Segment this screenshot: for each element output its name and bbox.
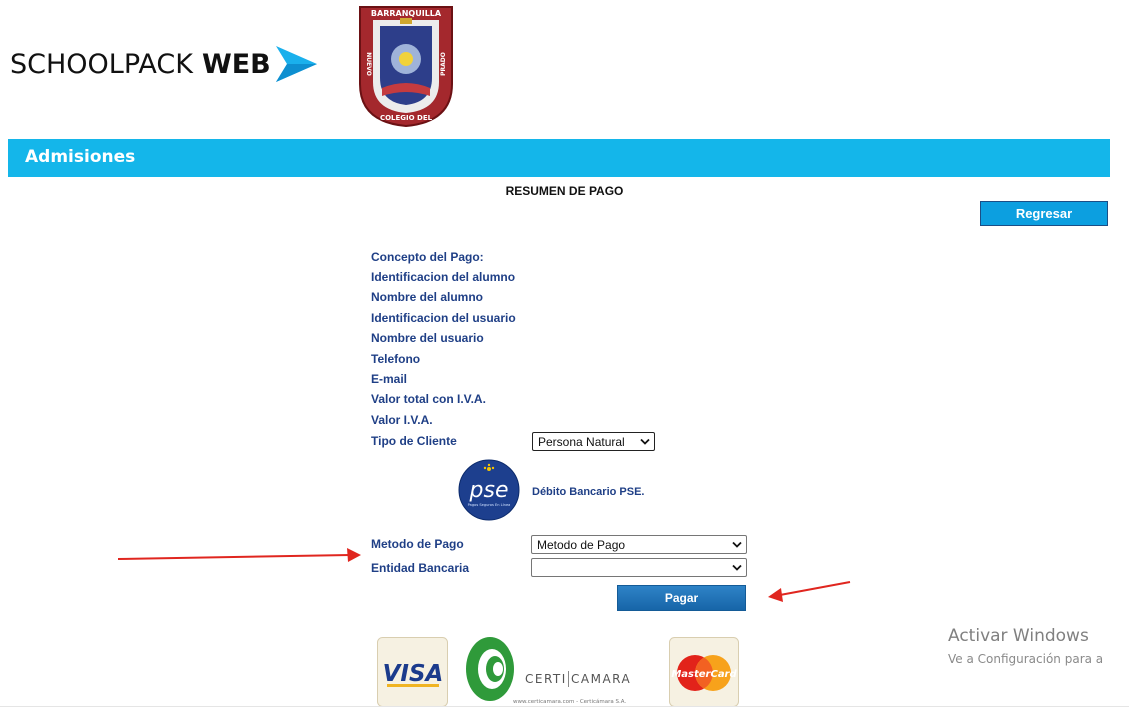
crest-bottom-text: COLEGIO DEL	[380, 114, 433, 122]
mastercard-logo: MasterCard	[669, 637, 739, 707]
certicamara-logo: CERTI CAMARA www.certicamara.com - Certi…	[466, 637, 631, 705]
label-total-with-vat: Valor total con I.V.A.	[371, 392, 486, 406]
visa-text: VISA	[383, 661, 444, 687]
label-payment-method: Metodo de Pago	[371, 537, 464, 551]
label-payment-concept: Concepto del Pago:	[371, 250, 484, 264]
client-type-value: Persona Natural	[538, 434, 625, 449]
certicamara-text-b: CAMARA	[571, 672, 631, 686]
payment-method-select[interactable]: Metodo de Pago	[531, 535, 747, 554]
label-email: E-mail	[371, 372, 408, 386]
certicamara-url: www.certicamara.com - Certicámara S.A.	[513, 698, 626, 705]
back-button[interactable]: Regresar	[980, 201, 1108, 226]
certicamara-text-a: CERTI	[525, 672, 567, 686]
brand-arrow-icon	[275, 46, 317, 82]
windows-activation-watermark: Activar Windows Ve a Configuración para …	[948, 626, 1103, 666]
label-user-name: Nombre del usuario	[371, 331, 484, 345]
section-title: Admisiones	[25, 147, 136, 167]
schoolpack-logo: SCHOOLPACK WEB	[10, 44, 319, 84]
crest-right-text: PRADO	[440, 52, 447, 76]
watermark-title: Activar Windows	[948, 626, 1089, 646]
crest-left-text: NUEVO	[365, 52, 372, 76]
pse-logo-subtext: Pagos Seguros En Línea	[468, 503, 511, 507]
annotation-arrow-icon	[768, 581, 851, 602]
bank-select[interactable]	[531, 558, 747, 577]
brand-bold-text: WEB	[201, 48, 271, 80]
label-client-type: Tipo de Cliente	[371, 434, 457, 448]
visa-logo: VISA	[377, 637, 448, 707]
label-bank: Entidad Bancaria	[371, 561, 470, 575]
client-type-select[interactable]: Persona Natural	[532, 432, 655, 451]
pse-logo: pse Pagos Seguros En Línea	[458, 459, 520, 521]
label-user-id: Identificacion del usuario	[371, 311, 516, 325]
label-vat-value: Valor I.V.A.	[371, 413, 433, 427]
label-student-id: Identificacion del alumno	[371, 270, 516, 284]
payment-method-value: Metodo de Pago	[537, 537, 626, 552]
mastercard-text: MasterCard	[671, 669, 737, 680]
payment-summary-title: RESUMEN DE PAGO	[505, 184, 624, 198]
crest-top-text: BARRANQUILLA	[371, 9, 442, 18]
school-crest-logo: BARRANQUILLA NUEVO PRADO COLEGIO DEL	[359, 6, 453, 128]
label-student-name: Nombre del alumno	[371, 290, 484, 304]
section-header-bar: Admisiones	[8, 139, 1110, 177]
label-phone: Telefono	[371, 352, 421, 366]
chevron-down-icon	[640, 438, 650, 445]
pse-label: Débito Bancario PSE.	[532, 486, 645, 498]
pay-button[interactable]: Pagar	[617, 585, 746, 611]
chevron-down-icon	[732, 564, 742, 571]
pse-logo-text: pse	[469, 478, 509, 503]
brand-light-text: SCHOOLPACK	[10, 48, 193, 80]
chevron-down-icon	[732, 541, 742, 548]
annotation-arrow-icon	[118, 548, 361, 562]
watermark-subtitle: Ve a Configuración para a	[948, 652, 1104, 666]
